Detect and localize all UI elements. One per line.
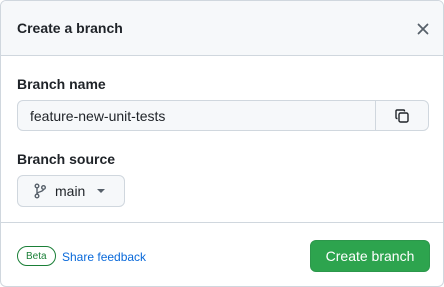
create-branch-button[interactable]: Create branch [310, 240, 430, 272]
git-branch-icon [34, 183, 46, 199]
branch-source-dropdown[interactable]: main [17, 175, 125, 207]
dialog-header: Create a branch [1, 1, 443, 56]
branch-source-value: main [55, 183, 86, 199]
dialog-title: Create a branch [17, 20, 123, 36]
close-button[interactable] [413, 19, 433, 39]
branch-source-label: Branch source [17, 151, 116, 167]
create-branch-dialog: Create a branch Branch name Branch sourc… [0, 0, 444, 287]
caret-down-icon [97, 189, 106, 193]
branch-name-group [17, 100, 429, 131]
close-icon [417, 23, 429, 35]
beta-badge: Beta [17, 246, 56, 266]
copy-button[interactable] [375, 101, 428, 130]
branch-name-label: Branch name [17, 76, 106, 92]
branch-name-input[interactable] [18, 101, 375, 130]
footer-divider [1, 222, 443, 223]
copy-icon [395, 108, 409, 123]
share-feedback-link[interactable]: Share feedback [62, 250, 146, 264]
